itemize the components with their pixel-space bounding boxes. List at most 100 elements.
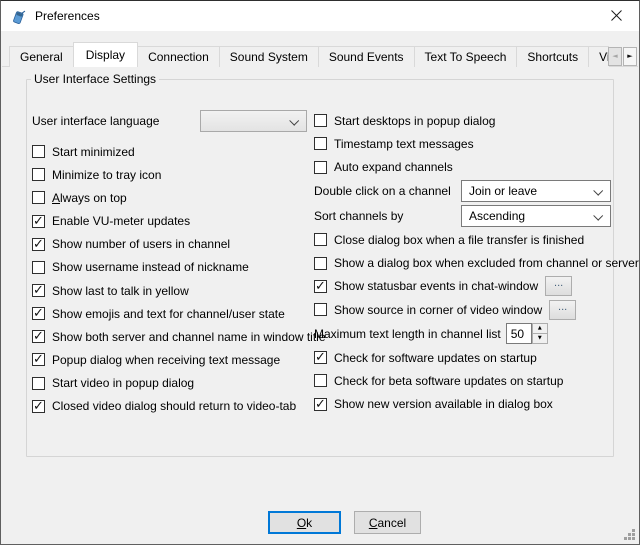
combo-label: Sort channels by bbox=[314, 209, 461, 223]
tab-label: Connection bbox=[148, 50, 209, 64]
checkbox-row-start-video-in-popup-dialog[interactable]: Start video in popup dialog bbox=[32, 372, 313, 395]
tab-label: Shortcuts bbox=[527, 50, 578, 64]
close-button[interactable] bbox=[594, 1, 639, 30]
checkbox-label: Show emojis and text for channel/user st… bbox=[52, 307, 285, 321]
checkbox-label: Show number of users in channel bbox=[52, 237, 230, 251]
tab-label: General bbox=[20, 50, 63, 64]
tab-shortcuts[interactable]: Shortcuts bbox=[516, 46, 589, 67]
checkbox-row-close-dialog-box-when-a-file-transfer-is-finished[interactable]: Close dialog box when a file transfer is… bbox=[314, 228, 607, 251]
checkbox[interactable]: ✓ bbox=[32, 284, 45, 297]
checkbox-row-show-emojis-and-text-for-channel-user-state[interactable]: ✓ Show emojis and text for channel/user s… bbox=[32, 302, 313, 325]
checkbox[interactable]: ✓ bbox=[314, 280, 327, 293]
check-icon: ✓ bbox=[33, 237, 44, 250]
spin-down-button[interactable]: ▼ bbox=[532, 333, 548, 344]
check-icon: ✓ bbox=[315, 397, 326, 410]
language-row: User interface language bbox=[32, 110, 313, 132]
checkbox-row-show-a-dialog-box-when-excluded-from-channel-or-server[interactable]: Show a dialog box when excluded from cha… bbox=[314, 251, 607, 274]
tab-connection[interactable]: Connection bbox=[137, 46, 220, 67]
check-icon: ✓ bbox=[315, 350, 326, 363]
chevron-down-icon bbox=[593, 186, 603, 196]
tab-bar: General Display Connection Sound System Soun… bbox=[9, 42, 609, 67]
checkbox[interactable]: ✓ bbox=[32, 215, 45, 228]
checkbox-row-minimize-to-tray-icon[interactable]: Minimize to tray icon bbox=[32, 163, 313, 186]
spinbox-value-field[interactable]: 50 bbox=[506, 323, 532, 344]
checkbox-row-always-on-top[interactable]: Always on top bbox=[32, 186, 313, 209]
tab-general[interactable]: General bbox=[9, 46, 74, 67]
checkbox-label: Show last to talk in yellow bbox=[52, 284, 189, 298]
chevron-down-icon bbox=[289, 116, 299, 126]
checkbox-row-check-for-beta-software-updates-on-startup[interactable]: Check for beta software updates on start… bbox=[314, 369, 607, 392]
check-icon: ✓ bbox=[33, 399, 44, 412]
resize-grip[interactable] bbox=[623, 528, 636, 541]
language-combobox[interactable] bbox=[200, 110, 307, 132]
checkbox[interactable] bbox=[32, 145, 45, 158]
right-column: Start desktops in popup dialog Timestamp … bbox=[314, 109, 607, 416]
checkbox[interactable] bbox=[314, 374, 327, 387]
checkbox[interactable]: ✓ bbox=[32, 330, 45, 343]
checkbox-row-timestamp-text-messages[interactable]: Timestamp text messages bbox=[314, 132, 607, 155]
tab-scroll-left-button[interactable]: ◄ bbox=[608, 47, 622, 66]
checkbox-row-auto-expand-channels[interactable]: Auto expand channels bbox=[314, 156, 607, 179]
double-click-on-a-channel-combobox[interactable]: Join or leave bbox=[461, 180, 611, 202]
checkbox-label: Show statusbar events in chat-window bbox=[334, 279, 538, 293]
tab-video[interactable]: Video bbox=[588, 46, 609, 67]
checkbox[interactable] bbox=[314, 114, 327, 127]
checkbox-label: Timestamp text messages bbox=[334, 137, 474, 151]
checkbox-row-show-username-instead-of-nickname[interactable]: Show username instead of nickname bbox=[32, 256, 313, 279]
checkbox[interactable] bbox=[314, 233, 327, 246]
ellipsis-button[interactable]: ... bbox=[549, 300, 576, 320]
tab-scroll-right-button[interactable]: ► bbox=[623, 47, 637, 66]
checkbox-row-show-both-server-and-channel-name-in-window-title[interactable]: ✓Show both server and channel name in wi… bbox=[32, 325, 313, 348]
tab-display[interactable]: Display bbox=[73, 42, 138, 67]
cancel-button[interactable]: Cancel bbox=[354, 511, 421, 534]
checkbox-row-show-number-of-users-in-channel[interactable]: ✓ Show number of users in channel bbox=[32, 233, 313, 256]
checkbox-row-closed-video-dialog-should-return-to-video-tab[interactable]: ✓ Closed video dialog should return to vi… bbox=[32, 395, 313, 418]
check-icon: ✓ bbox=[33, 214, 44, 227]
tab-text-to-speech[interactable]: Text To Speech bbox=[414, 46, 518, 67]
checkbox-label: Popup dialog when receiving text message bbox=[52, 353, 280, 367]
checkbox[interactable]: ✓ bbox=[32, 400, 45, 413]
tab-label: Text To Speech bbox=[425, 50, 507, 64]
checkbox-row-enable-vu-meter-updates[interactable]: ✓ Enable VU-meter updates bbox=[32, 209, 313, 232]
checkbox-label: Enable VU-meter updates bbox=[52, 214, 190, 228]
right-arrow-icon: ► bbox=[627, 53, 632, 60]
checkbox[interactable] bbox=[32, 377, 45, 390]
checkbox-row-popup-dialog-when-receiving-text-message[interactable]: ✓ Popup dialog when receiving text messag… bbox=[32, 348, 313, 371]
sort-channels-by-combobox[interactable]: Ascending bbox=[461, 205, 611, 227]
ellipsis-button[interactable]: ... bbox=[545, 276, 572, 296]
checkbox-row-show-last-to-talk-in-yellow[interactable]: ✓ Show last to talk in yellow bbox=[32, 279, 313, 302]
left-column: User interface language Start minimizedM… bbox=[32, 110, 313, 418]
checkbox[interactable]: ✓ bbox=[314, 351, 327, 364]
checkbox[interactable] bbox=[314, 161, 327, 174]
language-label: User interface language bbox=[32, 114, 200, 128]
checkbox[interactable] bbox=[32, 191, 45, 204]
groupbox-title: User Interface Settings bbox=[31, 72, 159, 86]
combo-label: Double click on a channel bbox=[314, 184, 461, 198]
checkbox[interactable] bbox=[314, 303, 327, 316]
checkbox[interactable] bbox=[32, 261, 45, 274]
checkbox-row-start-desktops-in-popup-dialog[interactable]: Start desktops in popup dialog bbox=[314, 109, 607, 132]
checkbox-row-show-source-in-corner-of-video-window[interactable]: Show source in corner of video window... bbox=[314, 298, 607, 321]
checkbox-label: Closed video dialog should return to vid… bbox=[52, 399, 296, 413]
checkbox-label: Start video in popup dialog bbox=[52, 376, 194, 390]
ok-button[interactable]: Ok bbox=[268, 511, 341, 534]
tab-label: Sound System bbox=[230, 50, 308, 64]
checkbox[interactable] bbox=[314, 137, 327, 150]
tab-label: Display bbox=[86, 48, 125, 62]
checkbox-row-show-statusbar-events-in-chat-window[interactable]: ✓ Show statusbar events in chat-window... bbox=[314, 275, 607, 298]
checkbox[interactable] bbox=[314, 257, 327, 270]
checkbox[interactable]: ✓ bbox=[314, 398, 327, 411]
titlebar: Preferences bbox=[1, 1, 639, 31]
checkbox[interactable] bbox=[32, 168, 45, 181]
checkbox[interactable]: ✓ bbox=[32, 238, 45, 251]
checkbox[interactable]: ✓ bbox=[32, 353, 45, 366]
chevron-down-icon bbox=[593, 211, 603, 221]
checkbox-row-check-for-software-updates-on-startup[interactable]: ✓Check for software updates on startup bbox=[314, 346, 607, 369]
checkbox-row-start-minimized[interactable]: Start minimized bbox=[32, 140, 313, 163]
spinbox-value: 50 bbox=[511, 327, 524, 341]
checkbox[interactable]: ✓ bbox=[32, 307, 45, 320]
check-icon: ✓ bbox=[33, 306, 44, 319]
tab-sound-system[interactable]: Sound System bbox=[219, 46, 319, 67]
checkbox-row-show-new-version-available-in-dialog-box[interactable]: ✓Show new version available in dialog bo… bbox=[314, 392, 607, 415]
tab-sound-events[interactable]: Sound Events bbox=[318, 46, 415, 67]
